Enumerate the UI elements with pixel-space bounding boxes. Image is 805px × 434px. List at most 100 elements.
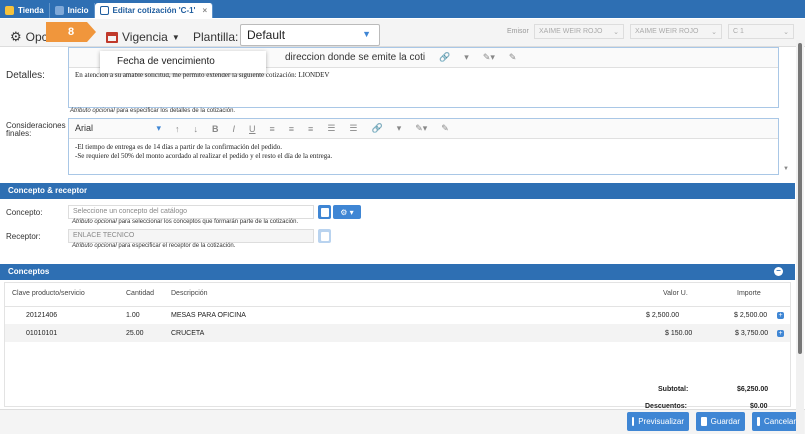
- document-icon: [99, 6, 109, 15]
- caret-down-icon[interactable]: ▾: [397, 123, 402, 134]
- hint-em: Atributo opcional: [72, 219, 117, 225]
- step-badge: 8: [46, 22, 96, 42]
- pen-icon[interactable]: ✎: [441, 123, 449, 134]
- font-select[interactable]: Arial ▾: [75, 123, 161, 134]
- serie-select[interactable]: C 1 ⌄: [728, 24, 794, 39]
- brush-icon[interactable]: ✎▾: [483, 52, 495, 63]
- emisor-value: XAIME WEIR ROJO: [539, 28, 603, 35]
- emisor-label: Emisor: [507, 28, 529, 35]
- caret-down-icon: ▼: [171, 32, 180, 42]
- chevron-down-icon: ▾: [156, 123, 161, 133]
- cell-importe: $ 2,500.00: [734, 312, 768, 319]
- vigencia-dropdown-item[interactable]: Fecha de vencimiento: [100, 51, 266, 73]
- bold-icon[interactable]: B: [212, 124, 219, 134]
- consideraciones-line-2: -Se requiere del 50% del monto acordado …: [75, 152, 333, 160]
- table-row[interactable]: 01010101 25.00 CRUCETA $ 150.00 $ 3,750.…: [5, 324, 790, 342]
- arrow-up-icon[interactable]: ↑: [175, 124, 180, 134]
- tab-tienda[interactable]: Tienda: [0, 3, 50, 18]
- emisor-select-2[interactable]: XAIME WEIR ROJO ⌄: [630, 24, 722, 39]
- align-right-icon[interactable]: ≡: [308, 124, 313, 134]
- brush-icon[interactable]: ✎▾: [415, 123, 427, 134]
- receptor-label: Receptor:: [6, 232, 41, 241]
- col-header-valor: Valor U.: [663, 290, 688, 297]
- cancelar-label: Cancelar: [763, 417, 796, 426]
- save-icon: [701, 417, 707, 426]
- tab-editar-cotizacion[interactable]: Editar cotización 'C-1' ×: [94, 3, 214, 18]
- vigencia-button[interactable]: Vigencia ▼: [106, 26, 180, 48]
- cancelar-button[interactable]: Cancelar: [752, 412, 801, 431]
- hint-text: para seleccionar los conceptos que forma…: [116, 219, 299, 225]
- options-button[interactable]: ⚙ Opc: [10, 26, 48, 48]
- scroll-down-icon[interactable]: ▼: [783, 166, 789, 172]
- serie-value: C 1: [733, 28, 744, 35]
- align-left-icon[interactable]: ≡: [270, 124, 275, 134]
- concepto-label: Concepto:: [6, 208, 43, 217]
- col-header-cantidad: Cantidad: [126, 290, 155, 297]
- col-header-descripcion: Descripción: [171, 290, 208, 297]
- underline-icon[interactable]: U: [249, 124, 256, 134]
- store-icon: [5, 6, 14, 15]
- cell-importe: $ 3,750.00: [735, 330, 769, 337]
- hint-em: Atributo opcional: [72, 243, 117, 249]
- guardar-button[interactable]: Guardar: [696, 412, 745, 431]
- add-row-icon[interactable]: +: [777, 330, 784, 337]
- consideraciones-label-2: finales:: [6, 129, 32, 138]
- document-icon: [320, 207, 329, 217]
- emisor-select[interactable]: XAIME WEIR ROJO ⌄: [534, 24, 624, 39]
- calendar-icon: [106, 31, 118, 43]
- consideraciones-toolbar: Arial ▾ ↑ ↓ B I U ≡ ≡ ≡ ☰ ☰ 🔗 ▾ ✎▾ ✎: [69, 119, 778, 139]
- ordered-list-icon[interactable]: ☰: [327, 123, 335, 134]
- gear-icon: ⚙ ▾: [340, 207, 354, 217]
- arrow-down-icon[interactable]: ↓: [194, 124, 199, 134]
- subtotal-value: $6,250.00: [737, 386, 769, 393]
- table-divider: [4, 306, 791, 307]
- conceptos-title: Conceptos: [8, 267, 50, 276]
- cell-clave: 20121406: [26, 312, 58, 319]
- chevron-down-icon: ⌄: [613, 28, 619, 36]
- conceptos-header: Conceptos −: [0, 264, 795, 280]
- concepto-settings-button[interactable]: ⚙ ▾: [333, 205, 361, 219]
- tab-bar: Tienda Inicio Editar cotización 'C-1' ×: [0, 0, 805, 18]
- pen-icon[interactable]: ✎: [509, 52, 517, 63]
- receptor-document-button[interactable]: [318, 229, 331, 243]
- gear-icon: ⚙: [10, 29, 22, 44]
- bullet-list-icon[interactable]: ☰: [349, 123, 357, 134]
- receptor-input[interactable]: ENLACE TECNICO: [68, 229, 314, 243]
- italic-icon[interactable]: I: [233, 124, 236, 134]
- cell-clave: 01010101: [26, 330, 58, 337]
- tab-label: Inicio: [67, 6, 89, 15]
- add-row-icon[interactable]: +: [777, 312, 784, 319]
- cell-descripcion: CRUCETA: [171, 330, 205, 337]
- font-value: Arial: [75, 123, 94, 133]
- link-icon[interactable]: 🔗: [371, 123, 382, 134]
- concepto-input[interactable]: Seleccione un concepto del catálogo: [68, 205, 314, 219]
- scrollbar-thumb[interactable]: [798, 43, 802, 354]
- tab-inicio[interactable]: Inicio: [50, 3, 95, 18]
- receptor-hint: Atributo opcional para especificar el re…: [72, 243, 235, 249]
- plantilla-label: Plantilla:: [193, 30, 239, 44]
- plantilla-value: Default: [247, 28, 286, 42]
- link-icon[interactable]: 🔗: [439, 52, 450, 63]
- collapse-icon[interactable]: −: [774, 267, 783, 276]
- subtotal-label: Subtotal:: [658, 386, 689, 393]
- previsualizar-button[interactable]: Previsualizar: [627, 412, 689, 431]
- cell-cantidad: 1.00: [126, 312, 140, 319]
- close-icon[interactable]: ×: [202, 6, 207, 15]
- cancel-icon: [757, 417, 760, 426]
- guardar-label: Guardar: [710, 417, 740, 426]
- consideraciones-editor[interactable]: Arial ▾ ↑ ↓ B I U ≡ ≡ ≡ ☰ ☰ 🔗 ▾ ✎▾ ✎ -El tiempo de…: [68, 118, 779, 175]
- plantilla-select[interactable]: Default ▼: [240, 24, 380, 46]
- options-label: Opc: [25, 30, 48, 44]
- col-header-clave: Clave producto/servicio: [12, 290, 85, 297]
- chevron-down-icon: ⌄: [783, 28, 789, 36]
- caret-down-icon[interactable]: ▾: [464, 52, 469, 63]
- cell-descripcion: MESAS PARA OFICINA: [171, 312, 246, 319]
- align-center-icon[interactable]: ≡: [289, 124, 294, 134]
- home-icon: [54, 6, 64, 15]
- detalles-label: Detalles:: [6, 70, 45, 81]
- hint-text: para especificar los detalles de la coti…: [114, 108, 236, 114]
- detalles-toolbar-text: direccion donde se emite la coti: [285, 52, 426, 63]
- hint-em: Atributo opcional: [70, 108, 115, 114]
- document-icon: [320, 231, 329, 241]
- concepto-document-button[interactable]: [318, 205, 331, 219]
